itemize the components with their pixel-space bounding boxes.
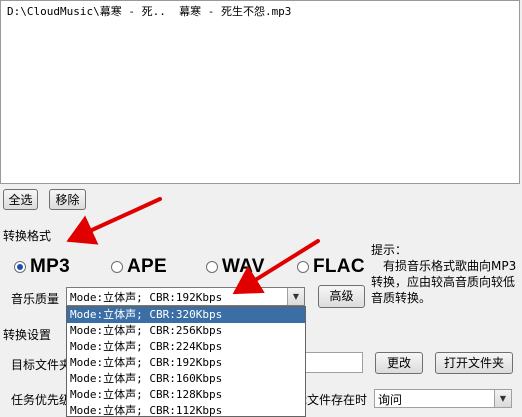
format-section-title: 转换格式 [3, 229, 52, 243]
format-radio-flac[interactable]: FLAC [297, 256, 365, 278]
quality-option[interactable]: Mode:立体声; CBR:112Kbps [67, 403, 305, 416]
radio-unchecked-icon [111, 261, 123, 273]
hint-title: 提示： [371, 243, 408, 257]
open-folder-button[interactable]: 打开文件夹 [435, 352, 513, 374]
quality-option[interactable]: Mode:立体声; CBR:224Kbps [67, 339, 305, 355]
remove-button[interactable]: 移除 [49, 189, 86, 210]
radio-unchecked-icon [206, 261, 218, 273]
format-label: APE [127, 256, 167, 277]
quality-option[interactable]: Mode:立体声; CBR:160Kbps [67, 371, 305, 387]
file-list-item[interactable]: D:\CloudMusic\幕寒 - 死.. 幕寒 - 死生不怨.mp3 [7, 3, 291, 19]
format-radio-mp3[interactable]: MP3 [14, 256, 70, 278]
file-exists-value: 询问 [378, 393, 403, 407]
chevron-down-icon[interactable]: ▼ [494, 390, 511, 407]
radio-checked-icon [14, 261, 26, 273]
format-label: MP3 [30, 256, 70, 277]
task-priority-label: 任务优先级 [11, 393, 72, 407]
hint-text: 提示： 有损音乐格式歌曲向MP3转换，应由较高音质向较低音质转换。 [371, 242, 519, 306]
chevron-down-icon[interactable]: ▼ [287, 288, 304, 305]
advanced-button[interactable]: 高级 [318, 285, 365, 308]
file-list[interactable]: D:\CloudMusic\幕寒 - 死.. 幕寒 - 死生不怨.mp3 [0, 0, 520, 184]
format-radio-wav[interactable]: WAV [206, 256, 265, 278]
radio-unchecked-icon [297, 261, 309, 273]
format-radio-ape[interactable]: APE [111, 256, 167, 278]
settings-section-title: 转换设置 [3, 328, 52, 342]
quality-option[interactable]: Mode:立体声; CBR:192Kbps [67, 355, 305, 371]
file-exists-select[interactable]: 询问 ▼ [374, 389, 512, 408]
format-label: WAV [222, 256, 265, 277]
quality-option[interactable]: Mode:立体声; CBR:320Kbps [67, 307, 305, 323]
target-folder-label: 目标文件夹 [11, 358, 72, 372]
quality-select-value: Mode:立体声; CBR:192Kbps [70, 291, 223, 304]
quality-label: 音乐质量 [11, 292, 60, 306]
format-label: FLAC [313, 256, 365, 277]
quality-dropdown-list[interactable]: Mode:立体声; CBR:320Kbps Mode:立体声; CBR:256K… [66, 306, 306, 417]
target-folder-input[interactable] [300, 352, 363, 373]
change-button[interactable]: 更改 [375, 352, 423, 374]
hint-body: 有损音乐格式歌曲向MP3转换，应由较高音质向较低音质转换。 [371, 259, 517, 305]
select-all-button[interactable]: 全选 [3, 189, 38, 210]
quality-option[interactable]: Mode:立体声; CBR:128Kbps [67, 387, 305, 403]
quality-option[interactable]: Mode:立体声; CBR:256Kbps [67, 323, 305, 339]
quality-select[interactable]: Mode:立体声; CBR:192Kbps ▼ [66, 287, 305, 306]
